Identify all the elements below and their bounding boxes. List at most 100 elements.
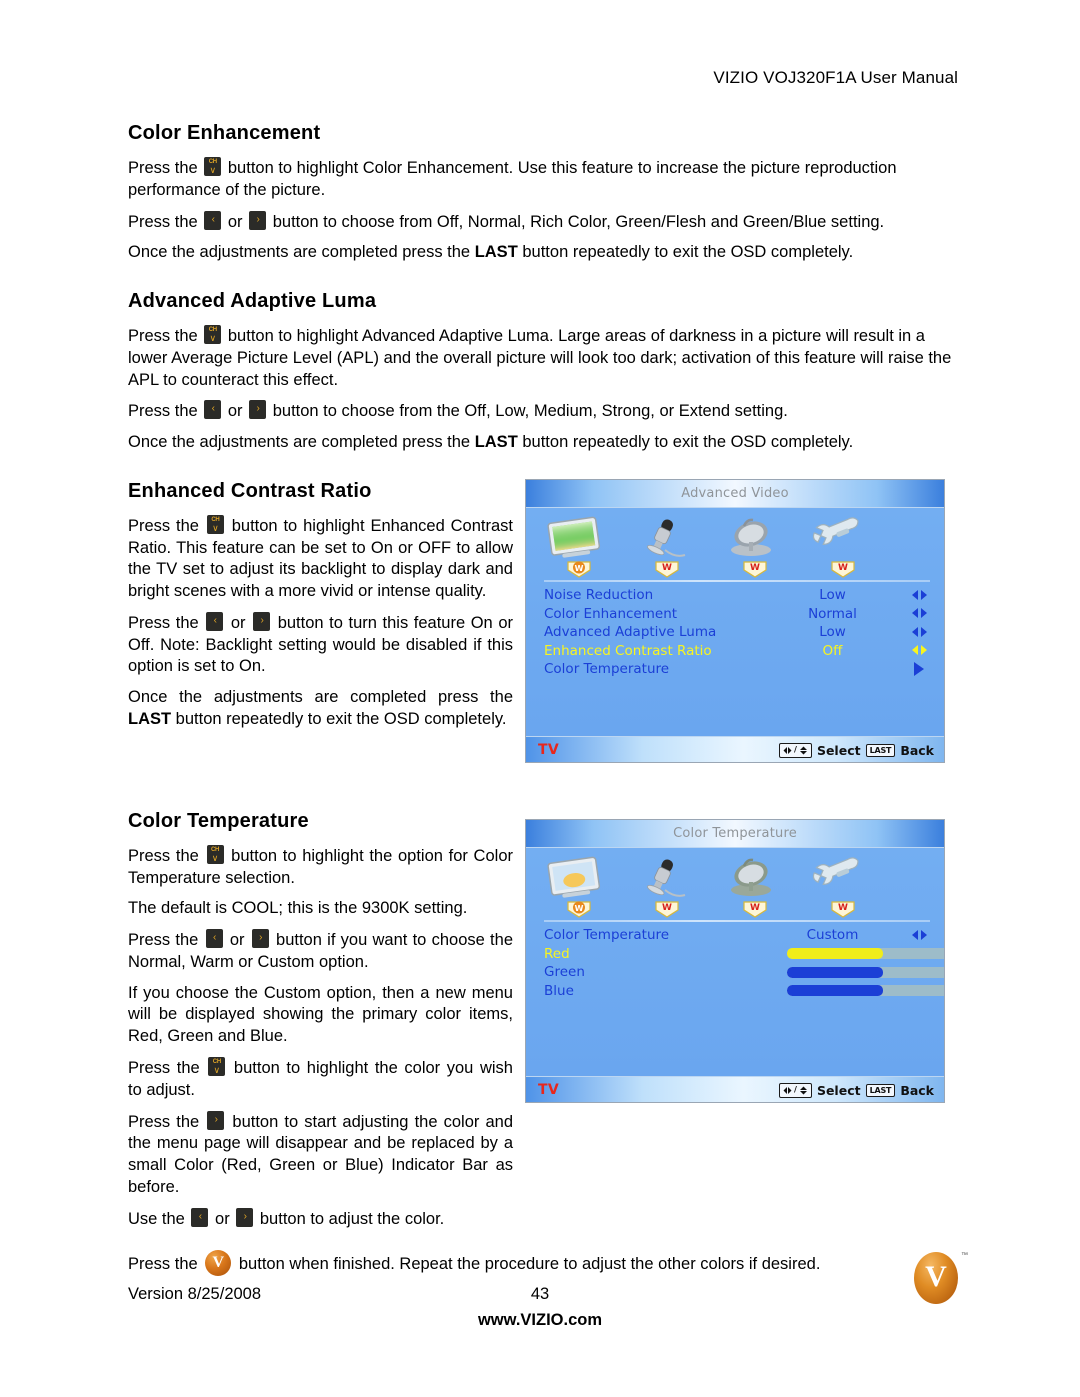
svg-text:W: W bbox=[838, 903, 848, 913]
section-title-advanced-adaptive-luma: Advanced Adaptive Luma bbox=[128, 290, 377, 313]
osd-slider-label: Blue bbox=[544, 982, 574, 999]
osd-menu-item-enhanced-contrast-ratio[interactable]: Enhanced Contrast Ratio Off bbox=[526, 642, 944, 661]
chevron-right-icon: › bbox=[243, 1210, 247, 1222]
osd-item-value: Off bbox=[822, 642, 843, 659]
osd-tab-picture[interactable]: W bbox=[544, 856, 632, 920]
text-fragment: Press the bbox=[128, 1112, 206, 1131]
text-fragment: button repeatedly to exit the OSD comple… bbox=[517, 433, 854, 452]
osd-slider-label: Green bbox=[544, 964, 585, 981]
osd-tab-audio[interactable]: W bbox=[632, 516, 720, 580]
text-fragment: button repeatedly to exit the OSD comple… bbox=[171, 710, 507, 729]
osd-title: Advanced Video bbox=[526, 480, 944, 508]
chevron-right-icon: › bbox=[259, 932, 262, 944]
vizio-tab-icon: W bbox=[742, 901, 768, 918]
paragraph: Once the adjustments are completed press… bbox=[128, 242, 958, 264]
osd-source-label: TV bbox=[538, 742, 559, 758]
text-fragment: Press the bbox=[128, 1255, 203, 1274]
paragraph: Once the adjustments are completed press… bbox=[128, 687, 513, 731]
right-arrow-icon bbox=[906, 661, 932, 677]
osd-slider-track-wrap[interactable] bbox=[759, 966, 944, 978]
osd-advanced-video: Advanced Video W W W W Noise Reduction L… bbox=[525, 479, 945, 763]
chevron-right-icon: › bbox=[260, 614, 263, 626]
osd-item-label: Enhanced Contrast Ratio bbox=[544, 642, 712, 659]
color-temperature-text: Color Temperature Press the CH ∨ button t… bbox=[128, 810, 513, 1230]
text-fragment: button to highlight Color Enhancement. U… bbox=[128, 159, 897, 199]
text-fragment: button to adjust the color. bbox=[255, 1209, 445, 1228]
slider-track[interactable] bbox=[787, 966, 944, 978]
left-right-arrow-icon bbox=[906, 927, 932, 943]
picture-screen-icon bbox=[544, 856, 632, 900]
osd-menu-list: Noise Reduction Low Color Enhancement No… bbox=[526, 582, 944, 679]
chevron-down-icon: ∨ bbox=[211, 852, 219, 863]
osd-footer: TV / Select LAST Back bbox=[526, 736, 944, 762]
osd-item-label: Noise Reduction bbox=[544, 587, 654, 604]
osd-tab-tuner[interactable]: W bbox=[720, 856, 808, 920]
paragraph: If you choose the Custom option, then a … bbox=[128, 983, 513, 1046]
text-fragment: Once the adjustments are completed press… bbox=[128, 688, 513, 707]
osd-icon-row: W W W W bbox=[526, 508, 944, 580]
vizio-tab-icon-active: W bbox=[566, 901, 592, 918]
osd-slider-track-wrap[interactable] bbox=[759, 948, 944, 960]
svg-text:W: W bbox=[662, 563, 672, 573]
vizio-tab-icon: W bbox=[742, 561, 768, 578]
text-fragment: or bbox=[224, 931, 250, 950]
right-button-icon: › bbox=[249, 400, 267, 420]
osd-tab-setup[interactable]: W bbox=[808, 516, 896, 580]
left-right-arrow-icon bbox=[906, 643, 932, 659]
osd-icon-row: W W W W bbox=[526, 848, 944, 920]
osd-slider-green[interactable]: Green 128 bbox=[526, 963, 944, 982]
chevron-left-icon: ‹ bbox=[211, 403, 215, 415]
osd-menu-item-noise-reduction[interactable]: Noise Reduction Low bbox=[526, 586, 944, 605]
osd-color-temperature: Color Temperature W W W W Color Temperat… bbox=[525, 819, 945, 1103]
left-right-arrow-icon bbox=[906, 587, 932, 603]
osd-menu-list: Color Temperature Custom Red 128 Green bbox=[526, 922, 944, 1000]
chevron-down-icon: ∨ bbox=[213, 1065, 221, 1076]
slider-track[interactable] bbox=[787, 948, 944, 960]
text-fragment: button to highlight Advanced Adaptive Lu… bbox=[128, 327, 952, 389]
text-fragment: button repeatedly to exit the OSD comple… bbox=[517, 243, 854, 262]
osd-menu-item-color-temperature[interactable]: Color Temperature bbox=[526, 660, 944, 679]
paragraph: Press the CH ∨ button to highlight Advanc… bbox=[128, 325, 958, 391]
osd-tab-picture[interactable]: W bbox=[544, 516, 632, 580]
osd-slider-track-wrap[interactable] bbox=[759, 985, 944, 997]
osd-select-label: Select bbox=[816, 742, 861, 758]
text-fragment: button when finished. Repeat the procedu… bbox=[234, 1255, 821, 1274]
vizio-logo-icon: ™ bbox=[914, 1252, 968, 1304]
paragraph: Use the ‹ or › button to adjust the colo… bbox=[128, 1207, 513, 1231]
text-fragment: Press the bbox=[128, 613, 205, 632]
last-key-name: LAST bbox=[128, 710, 172, 729]
slider-track[interactable] bbox=[787, 985, 944, 997]
left-button-icon: ‹ bbox=[204, 210, 222, 230]
chevron-left-icon: ‹ bbox=[211, 213, 215, 225]
text-fragment: Press the bbox=[128, 516, 205, 535]
satellite-dish-icon bbox=[720, 856, 808, 900]
text-fragment: button to choose from Off, Normal, Rich … bbox=[268, 212, 885, 231]
osd-item-label: Color Temperature bbox=[544, 927, 670, 944]
paragraph: Once the adjustments are completed press… bbox=[128, 432, 958, 454]
osd-menu-item-color-enhancement[interactable]: Color Enhancement Normal bbox=[526, 605, 944, 624]
text-fragment: Once the adjustments are completed press… bbox=[128, 243, 475, 262]
ch-label: CH bbox=[211, 516, 220, 523]
osd-title: Color Temperature bbox=[526, 820, 944, 848]
osd-slider-red[interactable]: Red 128 bbox=[526, 945, 944, 964]
paragraph: Press the ‹ or › button to choose from O… bbox=[128, 210, 958, 234]
svg-text:W: W bbox=[750, 563, 760, 573]
last-key-badge: LAST bbox=[865, 743, 896, 757]
osd-tab-tuner[interactable]: W bbox=[720, 516, 808, 580]
svg-text:W: W bbox=[750, 903, 760, 913]
osd-tab-setup[interactable]: W bbox=[808, 856, 896, 920]
ch-down-button-icon: CH ∨ bbox=[206, 514, 224, 534]
ch-down-button-icon: CH ∨ bbox=[204, 157, 222, 176]
paragraph-final: Press the button when finished. Repeat t… bbox=[128, 1250, 958, 1277]
osd-tab-audio[interactable]: W bbox=[632, 856, 720, 920]
osd-menu-item-advanced-adaptive-luma[interactable]: Advanced Adaptive Luma Low bbox=[526, 623, 944, 642]
vizio-tab-icon: W bbox=[654, 901, 680, 918]
osd-slider-blue[interactable]: Blue 128 bbox=[526, 982, 944, 1001]
right-button-icon: › bbox=[207, 1110, 225, 1130]
picture-screen-icon bbox=[544, 516, 632, 560]
text-fragment: Press the bbox=[128, 1059, 207, 1078]
osd-menu-item-color-temperature[interactable]: Color Temperature Custom bbox=[526, 926, 944, 945]
svg-text:W: W bbox=[838, 563, 848, 573]
svg-text:W: W bbox=[575, 564, 584, 573]
left-right-arrow-icon bbox=[906, 606, 932, 622]
